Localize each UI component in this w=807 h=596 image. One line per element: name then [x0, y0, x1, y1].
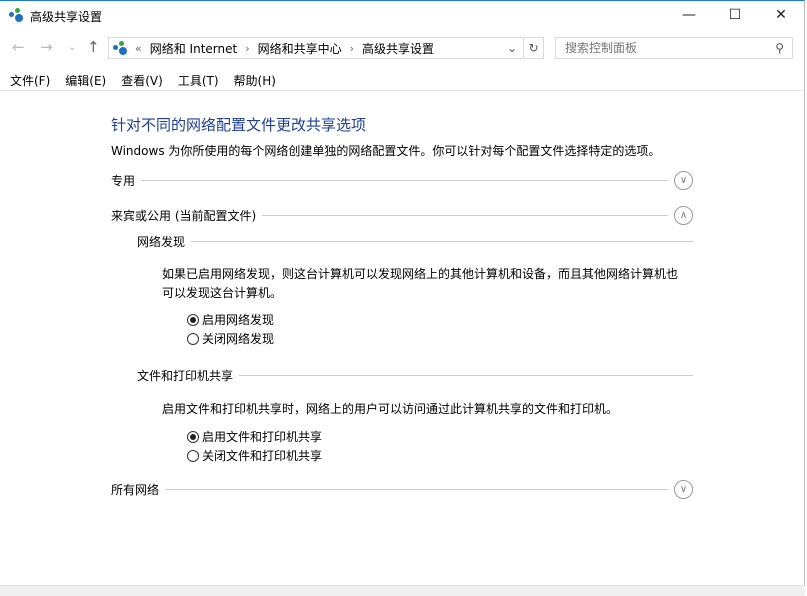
section-label: 专用	[111, 174, 136, 188]
breadcrumb-advanced-sharing[interactable]: 高级共享设置	[362, 40, 434, 57]
discovery-description: 如果已启用网络发现，则这台计算机可以发现网络上的其他计算机和设备，而且其他网络计…	[162, 267, 679, 300]
forward-icon[interactable]: →	[40, 38, 53, 56]
subsection-label: 网络发现	[137, 235, 186, 249]
menu-view[interactable]: 查看(V)	[121, 72, 163, 89]
close-button[interactable]: ✕	[758, 0, 804, 30]
subsection-file-printer-sharing: 文件和打印机共享	[137, 367, 693, 384]
menu-tools[interactable]: 工具(T)	[178, 72, 219, 89]
chevron-down-icon[interactable]: ⌄	[507, 41, 517, 55]
divider	[0, 90, 805, 91]
chevron-up-icon[interactable]: ∧	[674, 206, 693, 225]
network-icon	[9, 8, 25, 22]
section-label: 来宾或公用 (当前配置文件)	[111, 209, 257, 223]
page-description: Windows 为你所使用的每个网络创建单独的网络配置文件。你可以针对每个配置文…	[111, 144, 661, 158]
chevron-right-icon: ›	[349, 41, 355, 55]
window-title: 高级共享设置	[30, 10, 103, 24]
section-private[interactable]: 专用 ∨	[111, 171, 693, 190]
minimize-button[interactable]: —	[666, 0, 712, 30]
section-all-networks[interactable]: 所有网络 ∨	[111, 480, 693, 499]
maximize-button[interactable]: ☐	[712, 0, 758, 30]
radio-sharing-off[interactable]: 关闭文件和打印机共享	[187, 447, 322, 464]
search-icon: ⚲	[775, 41, 784, 55]
address-bar[interactable]: « 网络和 Internet › 网络和共享中心 › 高级共享设置 ⌄ ↻	[108, 37, 544, 59]
overflow-crumb[interactable]: «	[135, 42, 142, 55]
back-icon[interactable]: ←	[12, 38, 25, 56]
menu-file[interactable]: 文件(F)	[10, 72, 50, 89]
radio-empty-icon	[187, 332, 199, 345]
menu-bar: 文件(F) 编辑(E) 查看(V) 工具(T) 帮助(H)	[10, 72, 291, 89]
chevron-down-icon[interactable]: ∨	[674, 480, 693, 499]
radio-discovery-off[interactable]: 关闭网络发现	[187, 330, 274, 347]
network-icon	[113, 41, 129, 55]
subsection-network-discovery: 网络发现	[137, 233, 693, 250]
menu-help[interactable]: 帮助(H)	[234, 72, 276, 89]
menu-edit[interactable]: 编辑(E)	[65, 72, 106, 89]
chevron-down-icon[interactable]: ∨	[674, 171, 693, 190]
radio-discovery-on[interactable]: 启用网络发现	[187, 311, 274, 328]
search-placeholder: 搜索控制面板	[565, 41, 638, 55]
radio-empty-icon	[187, 449, 199, 462]
recent-dropdown-icon[interactable]: ⌄	[68, 42, 76, 53]
sharing-description: 启用文件和打印机共享时，网络上的用户可以访问通过此计算机共享的文件和打印机。	[162, 402, 619, 416]
up-icon[interactable]: ↑	[87, 38, 100, 56]
radio-sharing-on[interactable]: 启用文件和打印机共享	[187, 428, 322, 445]
subsection-label: 文件和打印机共享	[137, 369, 234, 383]
refresh-icon[interactable]: ↻	[523, 38, 543, 58]
page-title: 针对不同的网络配置文件更改共享选项	[111, 116, 367, 134]
search-input[interactable]: 搜索控制面板 ⚲	[555, 37, 793, 59]
radio-selected-icon	[187, 313, 199, 326]
section-label: 所有网络	[111, 483, 160, 497]
section-guest-public[interactable]: 来宾或公用 (当前配置文件) ∧	[111, 206, 693, 225]
breadcrumb-network-center[interactable]: 网络和共享中心	[258, 40, 342, 57]
breadcrumb-network-internet[interactable]: 网络和 Internet	[150, 40, 237, 57]
footer-bar	[0, 585, 805, 596]
radio-selected-icon	[187, 430, 199, 443]
chevron-right-icon: ›	[245, 41, 250, 55]
